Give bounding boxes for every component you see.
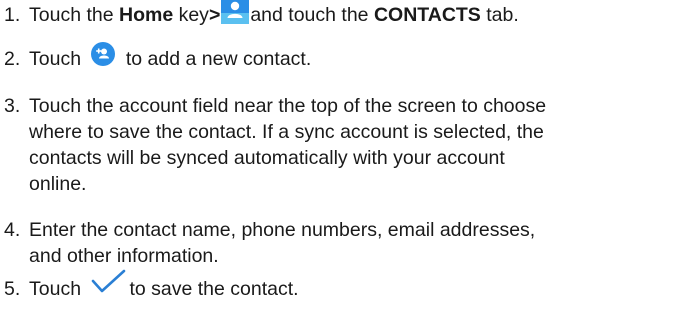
step-text-pre: Touch the [29, 4, 119, 26]
step-text-post: to add a new contact. [120, 48, 312, 70]
step-text-pre: Touch [29, 278, 87, 300]
step-text: Touch to add a new contact. [29, 42, 673, 72]
key-text: key [173, 4, 209, 26]
step-line: online. [29, 173, 87, 195]
step-number: 3. [4, 95, 21, 117]
step-text-pre: Touch [29, 48, 87, 70]
step-text: Touch to save the contact. [29, 269, 673, 302]
contacts-app-icon [221, 0, 250, 24]
arrow-symbol: > [208, 4, 221, 26]
contacts-tab-label: CONTACTS [373, 4, 481, 26]
add-contact-icon [90, 41, 116, 67]
step-number: 1. [4, 4, 21, 26]
step-text: Touch the account field near the top of … [29, 93, 673, 197]
step-line: and other information. [29, 245, 219, 267]
step-text: Touch the Home key> and touch the CONTAC… [29, 0, 673, 28]
step-line: where to save the contact. If a sync acc… [29, 121, 544, 143]
step-line: Touch the account field near the top of … [29, 95, 547, 117]
step-text: Enter the contact name, phone numbers, e… [29, 217, 673, 269]
step-text-post: to save the contact. [129, 278, 299, 300]
home-key-label: Home [118, 4, 174, 26]
step-line: Enter the contact name, phone numbers, e… [29, 219, 536, 241]
step-text-post: and touch the [250, 4, 374, 26]
step-number: 5. [4, 278, 21, 300]
checkmark-icon [91, 269, 127, 295]
step-number: 2. [4, 48, 21, 70]
step-number: 4. [4, 219, 21, 241]
step-line: contacts will be synced automatically wi… [29, 147, 505, 169]
step-text-end: tab. [480, 4, 519, 26]
